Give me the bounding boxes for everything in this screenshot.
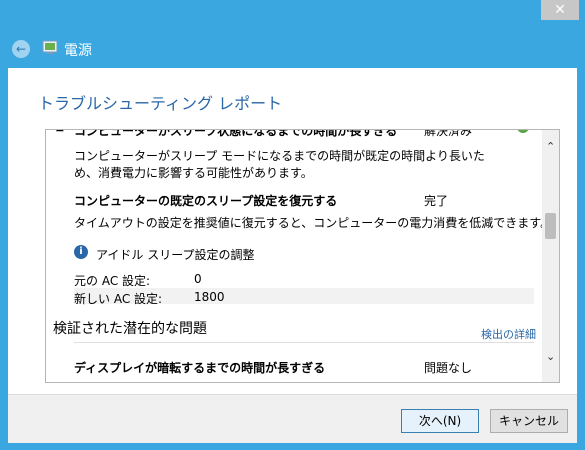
- scroll-thumb[interactable]: [545, 213, 556, 239]
- new-ac-value: 1800: [194, 290, 225, 304]
- fix-name: コンピューターの既定のスリープ設定を復元する: [74, 194, 338, 208]
- section-title: 検証された潜在的な問題: [53, 321, 207, 337]
- header: ← 電源: [0, 30, 585, 68]
- back-button[interactable]: ←: [12, 40, 30, 58]
- scroll-up-icon[interactable]: ⌃: [546, 141, 556, 152]
- check-icon: ✓: [517, 130, 529, 133]
- next-button[interactable]: 次へ(N): [401, 409, 479, 433]
- power-app-icon: [42, 40, 58, 54]
- info-icon: i: [74, 245, 88, 259]
- orig-ac-label: 元の AC 設定:: [74, 274, 151, 288]
- issue-status: 解決済み: [424, 129, 473, 138]
- issue-name-display: ディスプレイが暗転するまでの時間が長すぎる: [74, 361, 326, 375]
- report-panel: ▲ コンピューターがスリープ状態になるまでの時間が長すぎる 解決済み ✓ コンピ…: [45, 129, 560, 383]
- new-ac-label: 新しい AC 設定:: [74, 292, 163, 306]
- scroll-down-icon[interactable]: ⌄: [546, 351, 556, 362]
- title-bar: ✕: [0, 0, 585, 30]
- issue-status-display: 問題なし: [424, 361, 473, 375]
- orig-ac-value: 0: [194, 272, 202, 286]
- issue-row-sleep[interactable]: ▲ コンピューターがスリープ状態になるまでの時間が長すぎる 解決済み ✓: [46, 129, 542, 138]
- divider: [74, 342, 534, 343]
- fix-status: 完了: [424, 194, 449, 208]
- app-title: 電源: [64, 43, 92, 59]
- cancel-button[interactable]: キャンセル: [490, 409, 568, 433]
- vertical-scrollbar[interactable]: ⌃ ⌄: [542, 130, 559, 382]
- fix-description: タイムアウトの設定を推奨値に復元すると、コンピューターの電力消費を低減できます。: [74, 216, 553, 230]
- page-title: トラブルシューティング レポート: [38, 94, 283, 113]
- detection-details-link[interactable]: 検出の詳細: [481, 326, 536, 342]
- footer: 次へ(N) キャンセル: [8, 394, 577, 443]
- issue-name: コンピューターがスリープ状態になるまでの時間が長すぎる: [74, 129, 398, 138]
- info-label: アイドル スリープ設定の調整: [96, 248, 255, 262]
- close-button[interactable]: ✕: [541, 0, 579, 20]
- collapse-icon[interactable]: ▲: [56, 130, 64, 133]
- issue-description: コンピューターがスリープ モードになるまでの時間が既定の時間より長いため、消費電…: [74, 149, 485, 180]
